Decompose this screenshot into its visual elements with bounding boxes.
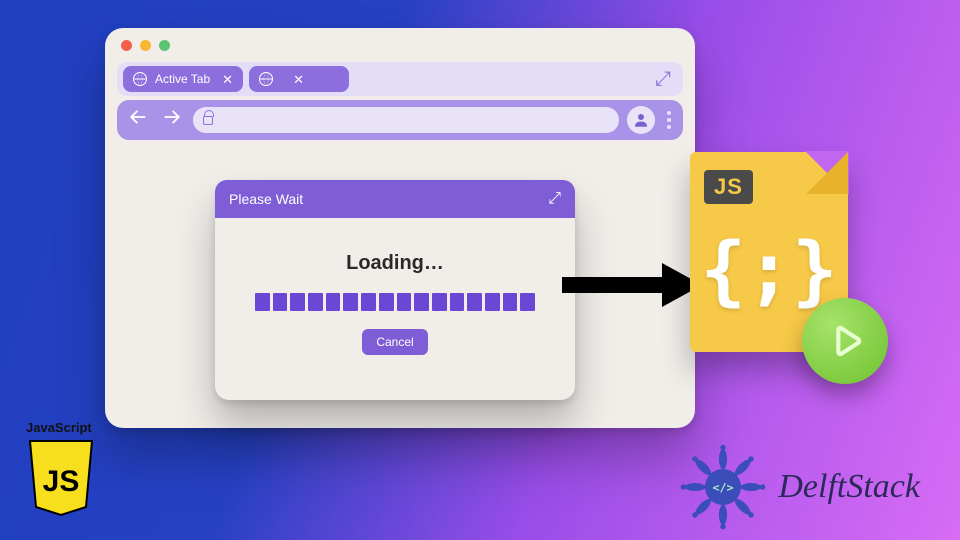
javascript-badge: JavaScript JS	[26, 420, 112, 522]
expand-icon[interactable]: ⤢	[655, 68, 677, 91]
close-window-dot[interactable]	[121, 40, 132, 51]
tab-label: Active Tab	[155, 72, 210, 86]
address-bar[interactable]	[193, 107, 619, 133]
profile-avatar-button[interactable]	[627, 106, 655, 134]
progress-segment	[503, 293, 518, 311]
delftstack-logo: </> DelftStack	[678, 442, 920, 532]
progress-segment	[520, 293, 535, 311]
brand-name: DelftStack	[778, 468, 920, 506]
tab-active[interactable]: Active Tab ✕	[123, 66, 243, 92]
play-button[interactable]	[802, 298, 888, 384]
menu-kebab-icon[interactable]	[667, 111, 671, 129]
progress-segment	[432, 293, 447, 311]
dialog-title: Please Wait	[229, 191, 303, 207]
cancel-button[interactable]: Cancel	[362, 329, 427, 355]
progress-segment	[255, 293, 270, 311]
progress-segment	[273, 293, 288, 311]
js-shield-text: JS	[43, 465, 80, 498]
toolbar	[117, 100, 683, 140]
tab-blank[interactable]: ✕	[249, 66, 349, 92]
loading-text: Loading…	[215, 252, 575, 275]
maximize-window-dot[interactable]	[159, 40, 170, 51]
expand-dialog-icon[interactable]: ⤢	[548, 190, 561, 208]
progress-segment	[361, 293, 376, 311]
progress-segment	[326, 293, 341, 311]
progress-segment	[397, 293, 412, 311]
progress-segment	[343, 293, 358, 311]
progress-segment	[467, 293, 482, 311]
back-button[interactable]	[125, 106, 151, 134]
tab-strip: Active Tab ✕ ✕ ⤢	[117, 62, 683, 96]
js-shield-icon: JS	[26, 439, 96, 517]
progress-segment	[414, 293, 429, 311]
forward-button[interactable]	[159, 106, 185, 134]
javascript-badge-label: JavaScript	[26, 420, 112, 435]
globe-icon	[133, 72, 147, 86]
minimize-window-dot[interactable]	[140, 40, 151, 51]
progress-bar	[255, 293, 535, 311]
progress-segment	[485, 293, 500, 311]
mandala-icon: </>	[678, 442, 768, 532]
globe-icon	[259, 72, 273, 86]
code-braces-icon: {;}	[690, 232, 848, 308]
progress-segment	[308, 293, 323, 311]
svg-text:</>: </>	[713, 481, 734, 495]
window-traffic-lights	[121, 40, 170, 51]
arrow-icon	[562, 263, 702, 307]
progress-segment	[290, 293, 305, 311]
progress-segment	[379, 293, 394, 311]
dialog-header: Please Wait ⤢	[215, 180, 575, 218]
close-tab-icon[interactable]: ✕	[222, 73, 233, 86]
progress-segment	[450, 293, 465, 311]
close-tab-icon[interactable]: ✕	[293, 73, 304, 86]
loading-dialog: Please Wait ⤢ Loading… Cancel	[215, 180, 575, 400]
file-page-fold	[806, 152, 848, 194]
file-type-badge: JS	[704, 170, 753, 204]
lock-icon	[203, 116, 213, 125]
